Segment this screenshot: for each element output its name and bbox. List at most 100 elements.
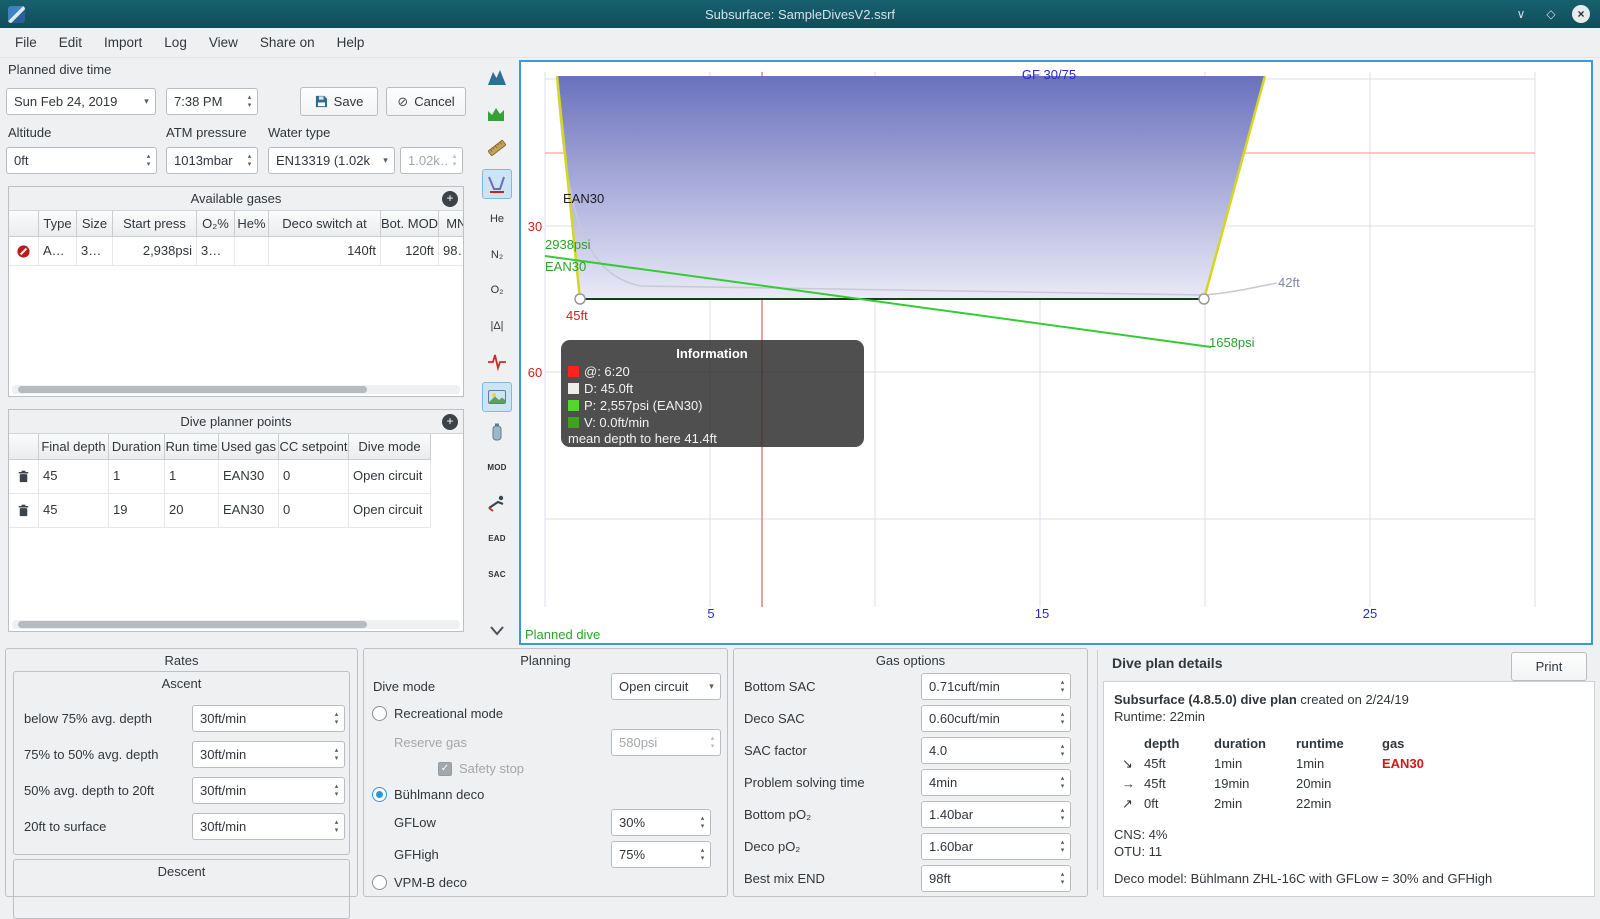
he-graph-toggle[interactable]: He xyxy=(482,204,512,234)
heart-rate-icon[interactable] xyxy=(482,346,512,376)
planner-point-row[interactable]: 45 19 20 EAN30 0 Open circuit xyxy=(9,494,463,528)
o2-graph-toggle[interactable]: O₂ xyxy=(482,275,512,305)
spinner-arrows-icon[interactable]: ▴ ▾ xyxy=(1055,807,1070,822)
spinner-arrows-icon[interactable]: ▴ ▾ xyxy=(329,711,344,726)
trash-icon[interactable] xyxy=(16,469,31,484)
dive-date-combobox[interactable]: Sun Feb 24, 2019 ▾ xyxy=(6,88,156,115)
vpmb-deco-radio[interactable]: VPM-B deco xyxy=(372,875,467,890)
chevron-down-icon[interactable]: ▾ xyxy=(377,155,394,166)
tooltip-mean-depth: mean depth to here 41.4ft xyxy=(568,431,717,446)
cylinder-in-use-icon[interactable] xyxy=(16,244,31,259)
close-icon[interactable]: × xyxy=(1572,5,1590,23)
deco-po2-spinner[interactable]: 1.60bar ▴ ▾ xyxy=(921,833,1071,860)
menu-help[interactable]: Help xyxy=(326,31,376,54)
spinner-arrows-icon[interactable]: ▴ ▾ xyxy=(1055,711,1070,726)
reserve-gas-spinner: 580psi ▴ ▾ xyxy=(611,729,721,756)
water-type-combobox[interactable]: EN13319 (1.02k ▾ xyxy=(268,147,395,174)
dive-mode-combobox[interactable]: Open circuit ▾ xyxy=(611,673,721,700)
spinner-arrows-icon[interactable]: ▴ ▾ xyxy=(1055,679,1070,694)
bottom-po2-spinner[interactable]: 1.40bar ▴ ▾ xyxy=(921,801,1071,828)
spinner-arrows-icon[interactable]: ▴ ▾ xyxy=(1055,871,1070,886)
sac-toggle[interactable]: SAC xyxy=(482,559,512,589)
menu-file[interactable]: File xyxy=(4,31,48,54)
menu-view[interactable]: View xyxy=(198,31,249,54)
tank-bar-icon[interactable] xyxy=(482,417,512,447)
spinner-arrows-icon[interactable]: ▴ ▾ xyxy=(695,847,710,862)
spinner-arrows-icon[interactable]: ▴ ▾ xyxy=(141,153,156,168)
radio-icon[interactable] xyxy=(372,706,387,721)
ascent-rate-spinner[interactable]: 30ft/min ▴ ▾ xyxy=(192,777,345,804)
spinner-arrows-icon[interactable]: ▴ ▾ xyxy=(329,747,344,762)
add-point-button[interactable]: + xyxy=(442,414,458,430)
plan-table-header: depth duration runtime gas xyxy=(1144,736,1405,751)
spinner-arrows-icon[interactable]: ▴ ▾ xyxy=(329,783,344,798)
gflow-spinner[interactable]: 30% ▴ ▾ xyxy=(611,809,711,836)
sac-factor-spinner[interactable]: 4.0 ▴ ▾ xyxy=(921,737,1071,764)
points-horizontal-scrollbar[interactable] xyxy=(12,620,460,629)
trash-icon[interactable] xyxy=(16,503,31,518)
dive-time-spinner[interactable]: 7:38 PM ▴ ▾ xyxy=(166,88,258,115)
spinner-arrows-icon[interactable]: ▴ ▾ xyxy=(1055,775,1070,790)
maximize-icon[interactable]: ◇ xyxy=(1542,5,1560,23)
gflow-label: GFLow xyxy=(394,815,436,830)
chevron-down-icon[interactable]: ▾ xyxy=(138,96,155,107)
gas-fraction-icon[interactable]: |Δ| xyxy=(482,311,512,341)
radio-icon[interactable] xyxy=(372,875,387,890)
best-mix-end-spinner[interactable]: 98ft ▴ ▾ xyxy=(921,865,1071,892)
scrollbar-thumb[interactable] xyxy=(18,386,368,393)
save-button[interactable]: Save xyxy=(300,87,378,116)
deco-sac-spinner[interactable]: 0.60cuft/min ▴ ▾ xyxy=(921,705,1071,732)
altitude-spinner[interactable]: 0ft ▴ ▾ xyxy=(6,147,157,174)
add-gas-button[interactable]: + xyxy=(442,191,458,207)
planner-point-row[interactable]: 45 1 1 EAN30 0 Open circuit xyxy=(9,460,463,494)
waypoint-handle[interactable] xyxy=(574,293,586,305)
spinner-arrows-icon[interactable]: ▴ ▾ xyxy=(1055,743,1070,758)
spinner-arrows-icon[interactable]: ▴ ▾ xyxy=(695,815,710,830)
ascent-rate-spinner[interactable]: 30ft/min ▴ ▾ xyxy=(192,741,345,768)
spinner-arrows-icon: ▴ ▾ xyxy=(452,153,457,168)
ruler-icon[interactable] xyxy=(482,133,512,163)
cancel-button[interactable]: ⊘ Cancel xyxy=(386,87,466,116)
menu-edit[interactable]: Edit xyxy=(48,31,93,54)
buhlmann-deco-radio[interactable]: Bühlmann deco xyxy=(372,787,484,802)
bottom-sac-spinner[interactable]: 0.71cuft/min ▴ ▾ xyxy=(921,673,1071,700)
atm-pressure-spinner[interactable]: 1013mbar ▴ ▾ xyxy=(166,147,258,174)
minimize-icon[interactable]: ∨ xyxy=(1512,5,1530,23)
problem-solving-time-spinner[interactable]: 4min ▴ ▾ xyxy=(921,769,1071,796)
ead-toggle[interactable]: EAD xyxy=(482,524,512,554)
menu-log[interactable]: Log xyxy=(153,31,198,54)
spinner-arrows-icon[interactable]: ▴ ▾ xyxy=(329,819,344,834)
gfhigh-spinner[interactable]: 75% ▴ ▾ xyxy=(611,841,711,868)
gas-row[interactable]: A… 3… 2,938psi 3… 140ft 120ft 98… xyxy=(9,237,463,266)
dive-profile-chart[interactable]: GF 30/75 EAN30 2938psi EAN30 45ft 1658ps… xyxy=(519,60,1593,645)
spinner-arrows-icon[interactable]: ▴ ▾ xyxy=(1055,839,1070,854)
dc-ceiling-icon[interactable] xyxy=(482,62,512,92)
mod-toggle[interactable]: MOD xyxy=(482,453,512,483)
gases-horizontal-scrollbar[interactable] xyxy=(12,385,460,394)
scroll-down-icon[interactable] xyxy=(482,615,512,645)
calculated-ceiling-icon[interactable] xyxy=(482,98,512,128)
waypoint-handle[interactable] xyxy=(1198,293,1210,305)
chevron-down-icon[interactable]: ▾ xyxy=(703,681,720,692)
radio-checked-icon[interactable] xyxy=(372,787,387,802)
spinner-arrows-icon[interactable]: ▴ ▾ xyxy=(242,94,257,109)
dive-plan-details-title: Dive plan details xyxy=(1112,655,1223,671)
ascent-title: Ascent xyxy=(161,676,202,691)
recreational-mode-radio[interactable]: Recreational mode xyxy=(372,706,503,721)
rate-label: 75% to 50% avg. depth xyxy=(24,747,159,762)
plan-segment-row: → 45ft 19min 20min xyxy=(1122,774,1452,794)
menu-import[interactable]: Import xyxy=(93,31,153,54)
menu-share-on[interactable]: Share on xyxy=(249,31,326,54)
scale-profile-icon[interactable] xyxy=(482,168,512,199)
photos-toggle-icon[interactable] xyxy=(482,381,512,412)
print-button[interactable]: Print xyxy=(1511,652,1587,681)
ascent-rate-spinner[interactable]: 30ft/min ▴ ▾ xyxy=(192,813,345,840)
spinner-arrows-icon[interactable]: ▴ ▾ xyxy=(242,153,257,168)
scrollbar-thumb[interactable] xyxy=(18,621,368,628)
planner-points-columns: Final depth Duration Run time Used gas C… xyxy=(9,434,463,460)
ascent-rate-spinner[interactable]: 30ft/min ▴ ▾ xyxy=(192,705,345,732)
n2-graph-toggle[interactable]: N₂ xyxy=(482,240,512,270)
title-bar: Subsurface: SampleDivesV2.ssrf ∨ ◇ × xyxy=(0,0,1600,28)
level-arrow-icon: → xyxy=(1122,776,1135,791)
diver-icon[interactable] xyxy=(482,488,512,518)
